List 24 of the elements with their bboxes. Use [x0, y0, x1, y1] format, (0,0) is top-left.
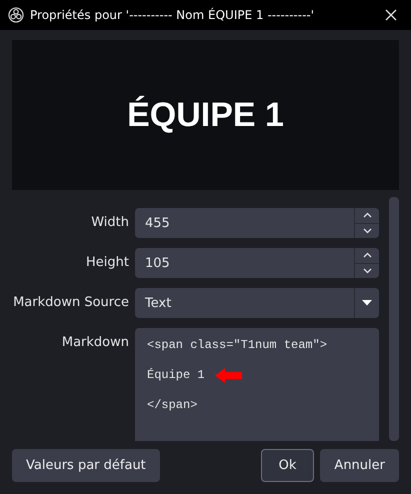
increment-icon[interactable]: [362, 212, 372, 218]
code-line: </span>: [147, 398, 198, 412]
code-line: <span class="T1num team">: [147, 338, 328, 352]
dialog-button[interactable]: Ok: [260, 449, 314, 482]
decrement-icon[interactable]: [362, 268, 372, 274]
window-title: Propriétés pour '---------- Nom ÉQUIPE 1 ----------': [30, 8, 316, 22]
field-label: Width: [90, 214, 129, 232]
preview-text: ÉQUIPE 1: [127, 96, 284, 134]
caret-icon[interactable]: [362, 300, 372, 306]
field-label: Markdown Source: [12, 294, 129, 312]
app-logo-icon: [8, 7, 24, 23]
close-icon[interactable]: [385, 9, 397, 21]
dropdown[interactable]: Text: [135, 288, 379, 318]
text-area[interactable]: <span class="T1num team"> Équipe 1 </span>: [135, 328, 379, 441]
field-label: Height: [85, 254, 129, 272]
number-field[interactable]: 455: [135, 208, 379, 238]
field-label: Markdown: [60, 334, 129, 352]
scrollbar[interactable]: [389, 197, 399, 441]
increment-icon[interactable]: [362, 252, 372, 258]
dialog-button[interactable]: Valeurs par défaut: [12, 449, 160, 482]
number-field[interactable]: 105: [135, 248, 379, 278]
dialog-button[interactable]: Annuler: [320, 449, 399, 482]
code-line: Équipe 1: [147, 368, 205, 382]
decrement-icon[interactable]: [362, 228, 372, 234]
